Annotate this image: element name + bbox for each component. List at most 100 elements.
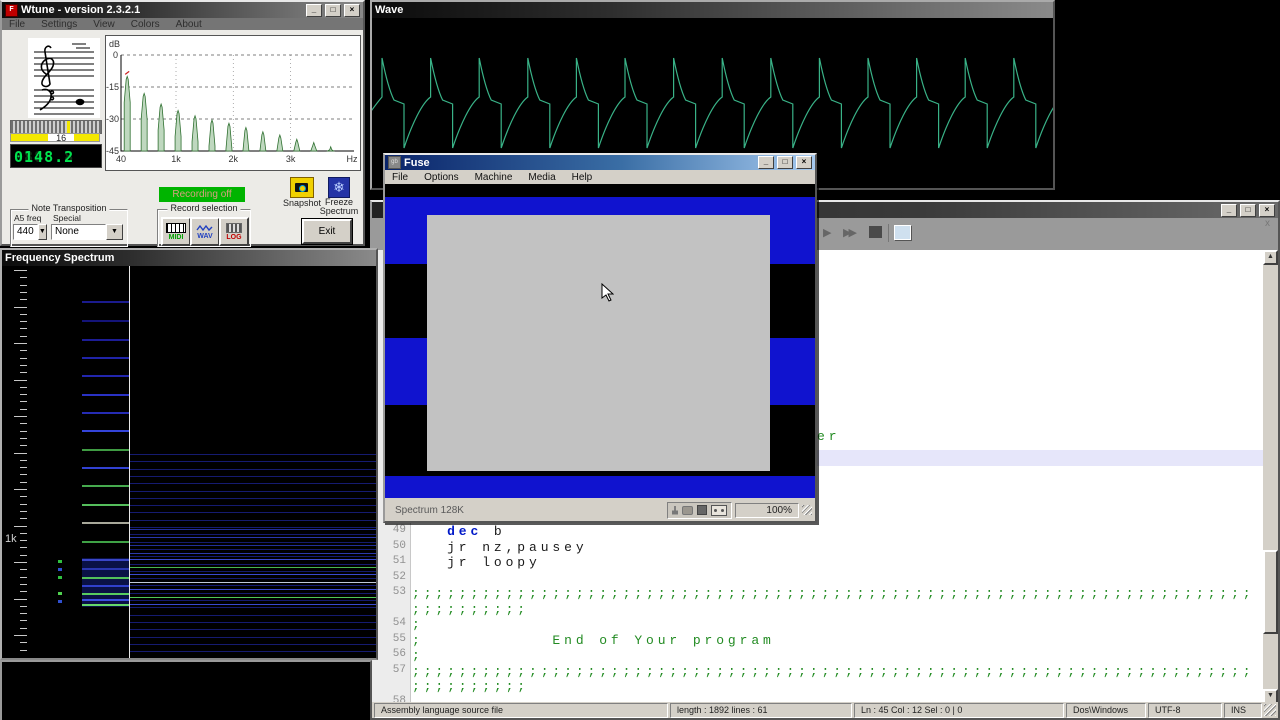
- spectral-history-line: [130, 527, 376, 528]
- scroll-thumb[interactable]: [1263, 550, 1278, 634]
- spectral-line: [82, 568, 129, 570]
- axis-tick: [20, 540, 27, 541]
- axis-tick: [20, 328, 27, 329]
- waveform-icon: [196, 224, 214, 232]
- fuse-menu-file[interactable]: File: [385, 171, 415, 184]
- note-transposition-group: Note Transposition A5 freq Special 440 ▼…: [10, 209, 128, 247]
- spectral-history-line: [130, 622, 376, 623]
- wtune-menu-about[interactable]: About: [169, 18, 209, 31]
- resize-grip[interactable]: [1264, 704, 1276, 716]
- code-line: ;;;;;;;;;;: [372, 679, 1263, 695]
- spectral-history-line: [130, 571, 376, 572]
- wtune-restore-button[interactable]: □: [325, 4, 341, 17]
- axis-tick: [20, 504, 27, 505]
- wtune-menu-settings[interactable]: Settings: [34, 18, 84, 31]
- axis-tick: [20, 511, 27, 512]
- snapshot-button[interactable]: [290, 177, 314, 198]
- db-chart: dB0-15-30-45401k2k3kHz: [106, 36, 360, 170]
- editor-maximize-button[interactable]: □: [1240, 204, 1256, 217]
- fuse-menu-machine[interactable]: Machine: [468, 171, 520, 184]
- wtune-titlebar[interactable]: F Wtune - version 2.3.2.1 _ □ ×: [2, 2, 363, 18]
- fuse-close-button[interactable]: ×: [796, 156, 812, 169]
- spectral-line: [82, 301, 129, 303]
- desktop: _ □ × ▶ ▶▶ x er 49 dec b50 jr nz,pausey5…: [0, 0, 1280, 720]
- panel-close-icon[interactable]: x: [1265, 218, 1270, 229]
- status-insmode[interactable]: INS: [1224, 703, 1262, 718]
- a5freq-value: 440: [13, 224, 38, 240]
- spectral-history-line: [130, 629, 376, 630]
- wtune-menu-view[interactable]: View: [86, 18, 122, 31]
- axis-tick: [20, 292, 27, 293]
- spectral-history-bright-line: [130, 559, 376, 560]
- monitor-icon[interactable]: [894, 225, 911, 240]
- wtune-app-icon: F: [5, 4, 18, 17]
- fuse-maximize-button[interactable]: □: [777, 156, 793, 169]
- editor-vscrollbar[interactable]: ▲ ▼: [1263, 250, 1278, 704]
- spectral-history-line: [130, 585, 376, 586]
- meter-needle: [67, 121, 70, 133]
- editor-minimize-button[interactable]: _: [1221, 204, 1237, 217]
- axis-tick: [20, 620, 27, 621]
- a5freq-dropdown-icon[interactable]: ▼: [38, 224, 47, 240]
- a5freq-label: A5 freq: [14, 213, 41, 223]
- svg-text:dB: dB: [109, 39, 120, 49]
- fuse-menu-media[interactable]: Media: [521, 171, 562, 184]
- freq-spectrum-titlebar[interactable]: Frequency Spectrum: [2, 250, 376, 266]
- emulator-screen[interactable]: [385, 184, 815, 498]
- scroll-up-button[interactable]: ▲: [1263, 250, 1278, 265]
- spectral-history-line: [130, 600, 376, 601]
- wtune-close-button[interactable]: ×: [344, 4, 360, 17]
- run-icon[interactable]: ▶: [823, 226, 831, 239]
- code-line: 55; End of Your program: [372, 633, 1263, 649]
- fuse-menu-help[interactable]: Help: [565, 171, 600, 184]
- wtune-minimize-button[interactable]: _: [306, 4, 322, 17]
- spectral-history-line: [130, 469, 376, 470]
- spectral-line: [82, 430, 129, 432]
- fuse-titlebar[interactable]: gb Fuse _ □ ×: [385, 155, 815, 170]
- wtune-menu-file[interactable]: File: [2, 18, 32, 31]
- record-log-button[interactable]: LOG: [219, 217, 249, 246]
- fuse-minimize-button[interactable]: _: [758, 156, 774, 169]
- spectral-history-line: [130, 556, 376, 557]
- record-midi-button[interactable]: MIDI: [161, 217, 191, 246]
- spectral-history-line: [130, 615, 376, 616]
- spectral-history-bright-line: [130, 589, 376, 590]
- axis-tick: [20, 482, 27, 483]
- spectral-history-line: [130, 476, 376, 477]
- wave-titlebar[interactable]: Wave: [372, 2, 1053, 18]
- wave-title: Wave: [375, 4, 1050, 16]
- freeze-spectrum-button[interactable]: ❄: [328, 177, 350, 198]
- spectral-history-bright-line: [130, 582, 376, 583]
- fuse-resize-grip[interactable]: [802, 505, 812, 515]
- tape-icon[interactable]: [711, 505, 727, 516]
- spectral-history-bright-line: [130, 574, 376, 575]
- code-line: 52: [372, 571, 1263, 587]
- fuse-menu-options[interactable]: Options: [417, 171, 465, 184]
- axis-tick: [14, 635, 27, 636]
- fuse-menubar: FileOptionsMachineMediaHelp: [385, 170, 815, 184]
- spectral-line: [82, 577, 129, 579]
- axis-tick: [20, 358, 27, 359]
- editor-close-button[interactable]: ×: [1259, 204, 1275, 217]
- code-line: 51 jr loopy: [372, 555, 1263, 571]
- microdrive-icon: [682, 506, 693, 515]
- special-combobox[interactable]: None ▼: [51, 224, 123, 240]
- status-encoding[interactable]: UTF-8: [1148, 703, 1222, 718]
- spectrogram-canvas: 1k: [2, 266, 376, 658]
- spectral-line: [82, 339, 129, 341]
- stop-icon[interactable]: [869, 226, 882, 238]
- wtune-menu-colors[interactable]: Colors: [124, 18, 167, 31]
- wtune-title: Wtune - version 2.3.2.1: [21, 4, 303, 16]
- exit-button[interactable]: Exit: [301, 218, 353, 245]
- status-eol[interactable]: Dos\Windows: [1066, 703, 1146, 718]
- axis-tick: [14, 307, 27, 308]
- run-fast-icon[interactable]: ▶▶: [843, 226, 854, 239]
- special-dropdown-icon[interactable]: ▼: [106, 224, 123, 240]
- a5freq-combobox[interactable]: 440 ▼: [13, 224, 47, 240]
- axis-tick: [20, 314, 27, 315]
- spectral-history-line: [130, 542, 376, 543]
- spectral-line: [82, 449, 129, 451]
- emulator-display: [427, 215, 770, 471]
- record-wav-button[interactable]: WAV: [190, 217, 220, 246]
- snowflake-icon: ❄: [333, 179, 345, 195]
